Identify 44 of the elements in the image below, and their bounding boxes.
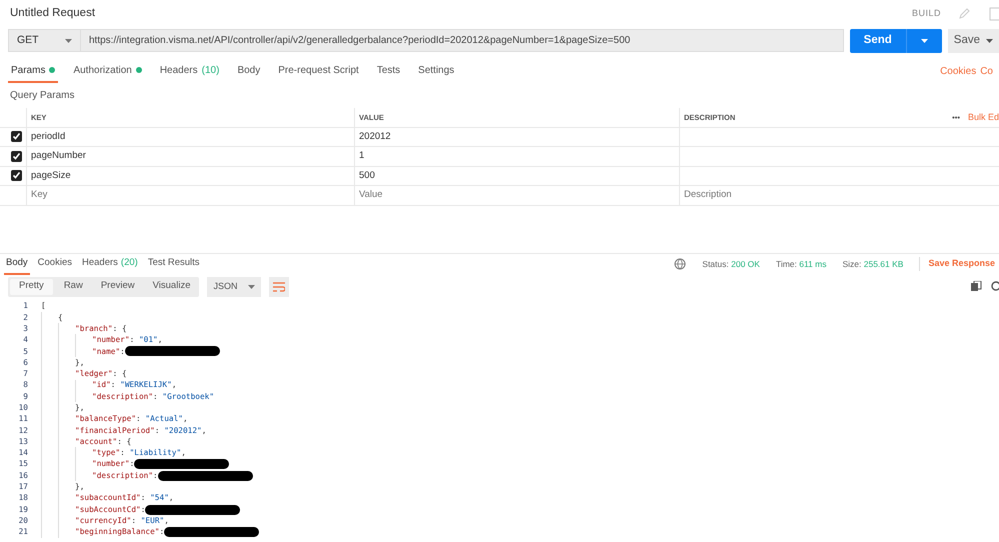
globe-icon[interactable] [674, 258, 686, 270]
request-tab[interactable]: Settings [415, 59, 458, 83]
response-tab[interactable]: Cookies [36, 254, 74, 274]
request-tab[interactable]: Params [8, 59, 58, 83]
param-value: 500 [359, 168, 375, 183]
view-mode-tab[interactable]: Visualize [144, 276, 200, 296]
view-mode-tab[interactable]: Pretty [10, 278, 53, 294]
build-label[interactable]: BUILD [912, 7, 941, 21]
caret-icon [248, 284, 254, 288]
checkbox[interactable] [11, 131, 22, 142]
wrap-lines-button[interactable] [268, 276, 288, 296]
save-button[interactable]: Save [948, 29, 999, 53]
method-dropdown[interactable]: GET [8, 29, 80, 52]
send-button[interactable]: Send [850, 29, 942, 53]
wrap-lines-icon [272, 282, 284, 292]
response-meta: Size: 255.61 KB [842, 258, 904, 270]
param-value: 202012 [359, 130, 391, 144]
param-value: 1 [359, 149, 364, 164]
param-key: pageSize [31, 168, 71, 183]
response-meta: Status: 200 OK [702, 258, 760, 270]
response-meta: Time: 611 ms [776, 258, 826, 270]
checkbox[interactable] [11, 170, 22, 182]
request-tab[interactable]: Pre-request Script [275, 59, 362, 83]
response-tab[interactable]: Body [4, 254, 30, 274]
request-tab[interactable]: Authorization [70, 59, 145, 83]
url-field[interactable]: https://integration.visma.net/API/controller/api/v2/generalledgerbalance?periodId=202012&pageNumber=1&pageSize=500 [80, 29, 844, 52]
format-dropdown[interactable]: JSON [207, 276, 260, 296]
section-title: Query Params [9, 89, 76, 103]
view-mode-tab[interactable]: Preview [92, 276, 144, 296]
request-tab[interactable]: Headers (10) [156, 59, 222, 83]
caret-icon [920, 39, 928, 43]
request-title: Untitled Request [10, 6, 96, 22]
request-tab[interactable]: Tests [374, 59, 404, 83]
param-key: periodId [31, 130, 66, 144]
copy-icon[interactable] [971, 281, 982, 292]
param-key: pageNumber [31, 149, 86, 164]
view-mode-tab[interactable]: Raw [54, 276, 92, 296]
checkbox[interactable] [11, 150, 22, 162]
response-tab[interactable]: Headers (20) [80, 254, 140, 274]
search-icon[interactable] [990, 281, 999, 292]
response-tab[interactable]: Test Results [146, 254, 202, 274]
request-tab[interactable]: Body [234, 59, 264, 83]
caret-icon [65, 38, 72, 42]
caret-icon [986, 39, 993, 43]
